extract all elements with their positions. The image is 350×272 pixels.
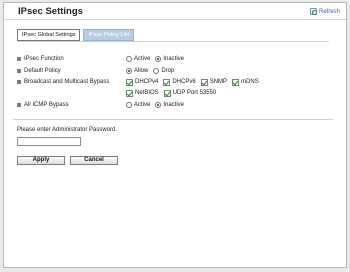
mdns-checkbox[interactable] bbox=[232, 78, 240, 86]
snmp-checkbox[interactable] bbox=[200, 78, 208, 86]
tab-divider bbox=[17, 41, 329, 42]
option-label: Drop bbox=[161, 68, 175, 74]
apply-button[interactable]: Apply bbox=[17, 156, 65, 165]
option-label: DHCPv4 bbox=[135, 79, 159, 85]
option-label: DHCPv6 bbox=[172, 79, 196, 85]
icmp-inactive-radio[interactable] bbox=[155, 102, 162, 108]
tab-bar: IPsec Global Settings IPsec Policy List bbox=[17, 29, 135, 41]
option-label: SNMP bbox=[209, 79, 228, 85]
default-policy-allow-radio[interactable] bbox=[126, 68, 132, 74]
ipsec-function-active-radio[interactable] bbox=[126, 56, 132, 62]
bypass-options-line-1: DHCPv4 DHCPv6 SNMP mDNS bbox=[126, 78, 264, 86]
bypass-netbios-option[interactable]: NetBIOS bbox=[126, 89, 159, 97]
ipsec-function-options: Active Inactive bbox=[126, 55, 189, 63]
dhcpv4-checkbox[interactable] bbox=[126, 78, 133, 86]
icmp-active-radio[interactable] bbox=[126, 102, 132, 108]
bypass-udp-port-option[interactable]: UDP Port 53550 bbox=[163, 89, 217, 97]
bullet-icon bbox=[17, 69, 21, 73]
default-policy-row: Default Policy bbox=[17, 67, 61, 75]
page-title: IPsec Settings bbox=[18, 6, 83, 17]
cancel-button[interactable]: Cancel bbox=[70, 156, 118, 165]
bypass-options-line-2: NetBIOS UDP Port 53550 bbox=[126, 89, 221, 97]
broadcast-multicast-bypass-label: Broadcast and Multicast Bypass bbox=[24, 79, 110, 85]
ipsec-function-inactive-radio[interactable] bbox=[155, 56, 162, 62]
option-label: Active bbox=[134, 56, 151, 62]
password-prompt: Please enter Administrator Password. bbox=[17, 127, 118, 133]
option-label: NetBIOS bbox=[135, 90, 159, 96]
admin-password-input[interactable] bbox=[17, 137, 81, 146]
default-policy-options: Allow Drop bbox=[126, 67, 179, 75]
icmp-active-option[interactable]: Active bbox=[126, 102, 150, 108]
ipsec-function-inactive-option[interactable]: Inactive bbox=[155, 56, 184, 62]
all-icmp-bypass-row: All ICMP Bypass bbox=[17, 101, 69, 109]
default-policy-drop-radio[interactable] bbox=[153, 68, 160, 74]
dhcpv6-checkbox[interactable] bbox=[163, 78, 171, 86]
udp-port-checkbox[interactable] bbox=[163, 89, 171, 97]
default-policy-allow-option[interactable]: Allow bbox=[126, 68, 148, 74]
broadcast-multicast-bypass-row: Broadcast and Multicast Bypass bbox=[17, 78, 109, 86]
refresh-label: Refresh bbox=[318, 8, 340, 15]
option-label: UDP Port 53550 bbox=[172, 90, 217, 96]
refresh-icon bbox=[309, 8, 317, 15]
bypass-dhcpv4-option[interactable]: DHCPv4 bbox=[126, 78, 159, 86]
default-policy-label: Default Policy bbox=[24, 68, 61, 74]
all-icmp-bypass-label: All ICMP Bypass bbox=[24, 102, 69, 108]
bullet-icon bbox=[17, 57, 21, 61]
netbios-checkbox[interactable] bbox=[126, 89, 133, 97]
option-label: Active bbox=[134, 102, 151, 108]
icmp-inactive-option[interactable]: Inactive bbox=[155, 102, 184, 108]
bullet-icon bbox=[17, 80, 21, 84]
section-divider bbox=[13, 119, 333, 120]
default-policy-drop-option[interactable]: Drop bbox=[153, 68, 174, 74]
option-label: Allow bbox=[134, 68, 149, 74]
ipsec-function-active-option[interactable]: Active bbox=[126, 56, 150, 62]
all-icmp-bypass-options: Active Inactive bbox=[126, 101, 189, 109]
tab-ipsec-policy-list[interactable]: IPsec Policy List bbox=[83, 29, 135, 41]
refresh-button[interactable]: Refresh bbox=[309, 7, 340, 16]
page-header: IPsec Settings Refresh bbox=[4, 3, 346, 20]
bypass-snmp-option[interactable]: SNMP bbox=[200, 78, 228, 86]
bypass-mdns-option[interactable]: mDNS bbox=[232, 78, 259, 86]
option-label: mDNS bbox=[241, 79, 259, 85]
tab-ipsec-global-settings[interactable]: IPsec Global Settings bbox=[17, 29, 81, 41]
option-label: Inactive bbox=[163, 102, 185, 108]
option-label: Inactive bbox=[163, 56, 185, 62]
ipsec-function-row: IPsec Function bbox=[17, 55, 64, 63]
ipsec-function-label: IPsec Function bbox=[24, 56, 64, 62]
bullet-icon bbox=[17, 103, 21, 107]
bypass-dhcpv6-option[interactable]: DHCPv6 bbox=[163, 78, 196, 86]
